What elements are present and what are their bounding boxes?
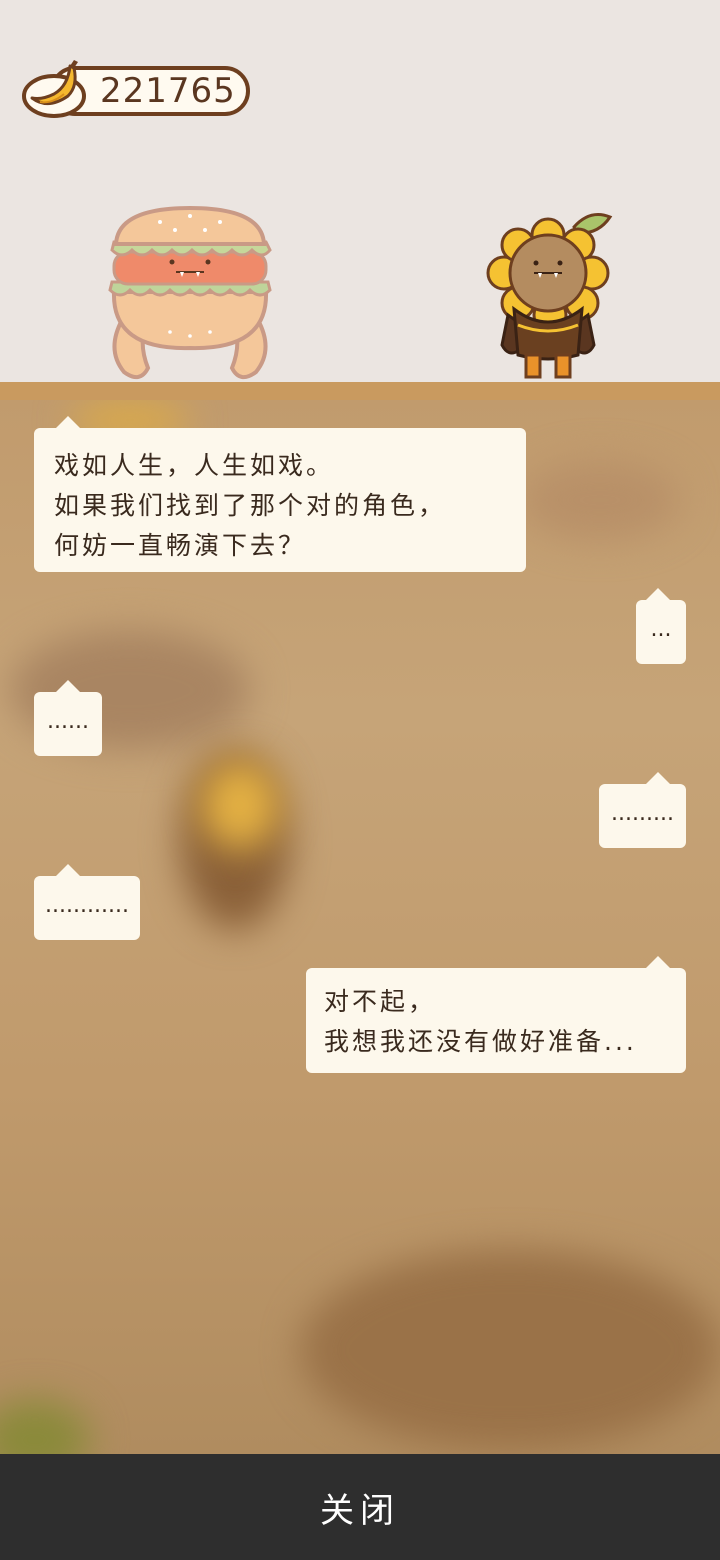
close-label: 关闭 bbox=[320, 1490, 400, 1531]
dialogue-text: 对不起， 我想我还没有做好准备... bbox=[324, 987, 637, 1056]
dialogue-bubble-right: 对不起， 我想我还没有做好准备... bbox=[306, 956, 686, 1073]
dialogue-text: 戏如人生，人生如戏。 如果我们找到了那个对的角色， 何妨一直畅演下去？ bbox=[54, 451, 447, 560]
dialogue-text: ... bbox=[650, 617, 672, 642]
burger-character[interactable] bbox=[100, 200, 280, 385]
dialogue-bubble-left: ............ bbox=[34, 864, 140, 940]
blur-shape bbox=[200, 760, 280, 850]
dialogue-bubble-right: ......... bbox=[599, 772, 686, 848]
close-button[interactable]: 关闭 bbox=[0, 1454, 720, 1560]
dialogue-bubble-left: 戏如人生，人生如戏。 如果我们找到了那个对的角色， 何妨一直畅演下去？ bbox=[34, 416, 526, 572]
dialogue-bubble-left: ...... bbox=[34, 680, 102, 756]
dialogue-text: ...... bbox=[47, 709, 89, 734]
shelf-divider bbox=[0, 382, 720, 400]
banana-icon bbox=[22, 60, 86, 118]
game-stage: 221765 bbox=[0, 0, 720, 382]
blur-shape bbox=[520, 460, 680, 540]
blur-shape bbox=[0, 1400, 90, 1454]
dialogue-bubble-right: ... bbox=[636, 588, 686, 664]
dialogue-text: ............ bbox=[45, 893, 129, 918]
dialogue-text: ......... bbox=[611, 801, 674, 826]
blur-shape bbox=[300, 1250, 720, 1450]
banana-count: 221765 bbox=[100, 71, 236, 111]
sunflower-character[interactable] bbox=[478, 205, 618, 385]
